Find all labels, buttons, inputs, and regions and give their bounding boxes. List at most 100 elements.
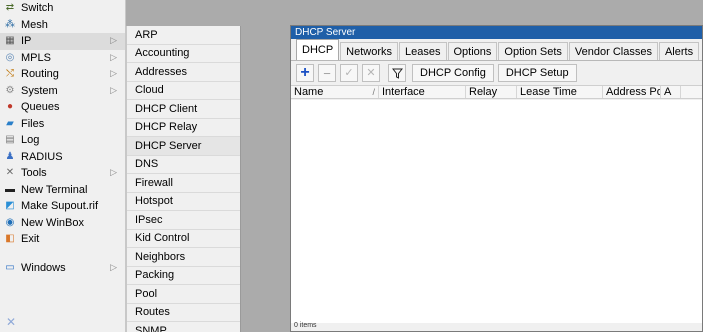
submenu-arrow-icon: ▷ (110, 35, 117, 45)
filter-button[interactable] (388, 64, 406, 82)
submenu-item-firewall[interactable]: Firewall (127, 174, 240, 193)
tab-options[interactable]: Options (447, 42, 498, 60)
submenu-item-cloud[interactable]: Cloud (127, 82, 240, 100)
remove-button[interactable]: − (318, 64, 336, 82)
main-menu-bottom-list: ▭ Windows ▷ (0, 260, 125, 277)
tab-dhcp[interactable]: DHCP (296, 39, 340, 60)
window-titlebar[interactable]: DHCP Server (291, 26, 702, 39)
submenu-item-dhcp-relay[interactable]: DHCP Relay (127, 119, 240, 137)
files-icon: ▰ (6, 117, 14, 129)
plus-icon: + (300, 64, 310, 81)
submenu-arrow-icon: ▷ (110, 167, 117, 177)
mpls-icon: ◎ (5, 51, 15, 63)
sidebar-item-label: MPLS (21, 51, 51, 64)
column-header-label: Name (294, 86, 324, 98)
submenu-item-arp[interactable]: ARP (127, 26, 240, 45)
sidebar-item-mesh[interactable]: ⁂ Mesh (0, 17, 125, 34)
sidebar-item-label: Files (21, 117, 45, 130)
submenu-item-addresses[interactable]: Addresses (127, 63, 240, 82)
main-menu-list: ⇄ Switch ⁂ Mesh ▦ IP ▷ ◎ MPLS ▷ ⤭ Routing ▷ ⚙ System ▷ ●… (0, 0, 125, 248)
sidebar-item-windows[interactable]: ▭ Windows ▷ (0, 260, 125, 277)
cross-icon: ✕ (366, 66, 376, 79)
sidebar-item-ip[interactable]: ▦ IP ▷ (0, 33, 125, 50)
sidebar-item-radius[interactable]: ♟ RADIUS (0, 149, 125, 166)
column-header-label: Relay (469, 86, 498, 98)
column-header-lease-time[interactable]: Lease Time (517, 86, 603, 98)
check-icon: ✓ (344, 66, 354, 79)
sidebar-item-make-supout-rif[interactable]: ◩ Make Supout.rif (0, 198, 125, 215)
sidebar-item-label: Queues (21, 101, 60, 114)
column-header-address-pool[interactable]: Address Pool (603, 86, 661, 98)
switch-icon: ⇄ (5, 2, 15, 14)
minus-icon: − (323, 65, 331, 81)
submenu-arrow-icon: ▷ (110, 84, 117, 95)
tab-vendor-classes[interactable]: Vendor Classes (568, 42, 658, 60)
submenu-item-accounting[interactable]: Accounting (127, 45, 240, 63)
tab-alerts[interactable]: Alerts (658, 42, 700, 60)
winbox-corner-icon: ✕ (6, 315, 17, 329)
submenu-item-snmp[interactable]: SNMP (127, 322, 240, 332)
column-header-interface[interactable]: Interface (379, 86, 466, 98)
column-header-name[interactable]: Name / (291, 86, 379, 98)
ip-submenu: ARP Accounting Addresses Cloud DHCP Client DH… (126, 26, 241, 332)
submenu-item-hotspot[interactable]: Hotspot (127, 193, 240, 211)
column-header-relay[interactable]: Relay (466, 86, 517, 98)
sidebar-item-label: Mesh (21, 18, 48, 31)
submenu-item-pool[interactable]: Pool (127, 285, 240, 304)
sidebar-item-label: Routing (21, 68, 59, 81)
window-title: DHCP Server (295, 27, 356, 38)
sidebar-item-label: New WinBox (21, 216, 84, 229)
sidebar-item-routing[interactable]: ⤭ Routing ▷ (0, 66, 125, 83)
column-header-label: A (664, 86, 672, 98)
sidebar-item-new-winbox[interactable]: ◉ New WinBox (0, 215, 125, 232)
submenu-arrow-icon: ▷ (110, 51, 117, 62)
sidebar-item-exit[interactable]: ◧ Exit (0, 231, 125, 248)
sidebar-item-switch[interactable]: ⇄ Switch (0, 0, 125, 17)
sidebar-item-queues[interactable]: ● Queues (0, 99, 125, 116)
tools-icon: ✕ (5, 167, 15, 179)
sidebar-item-label: Windows (21, 261, 66, 274)
sidebar-item-mpls[interactable]: ◎ MPLS ▷ (0, 50, 125, 67)
sidebar-item-tools[interactable]: ✕ Tools ▷ (0, 165, 125, 182)
sidebar-item-files[interactable]: ▰ Files (0, 116, 125, 133)
submenu-item-dns[interactable]: DNS (127, 156, 240, 174)
routing-icon: ⤭ (6, 68, 14, 80)
dhcp-server-window: DHCP Server DHCP Networks Leases Options Opt… (290, 25, 703, 332)
enable-button[interactable]: ✓ (340, 64, 358, 82)
submenu-item-kid-control[interactable]: Kid Control (127, 230, 240, 248)
add-button[interactable]: + (296, 64, 314, 82)
sidebar-item-label: System (21, 84, 58, 97)
dhcp-setup-button[interactable]: DHCP Setup (497, 64, 577, 82)
submenu-item-dhcp-server[interactable]: DHCP Server (127, 137, 240, 156)
sidebar-item-label: Make Supout.rif (21, 200, 99, 213)
log-icon: ▤ (5, 134, 15, 146)
terminal-icon: ▬ (5, 183, 15, 195)
sidebar-item-new-terminal[interactable]: ▬ New Terminal (0, 182, 125, 199)
sidebar-item-label: Switch (21, 2, 54, 15)
column-header-a[interactable]: A (661, 86, 681, 98)
tab-networks[interactable]: Networks (340, 42, 399, 60)
ip-icon: ▦ (5, 35, 15, 47)
sidebar-item-system[interactable]: ⚙ System ▷ (0, 83, 125, 100)
submenu-item-neighbors[interactable]: Neighbors (127, 248, 240, 267)
tab-leases[interactable]: Leases (399, 42, 447, 60)
column-header-label: Lease Time (520, 86, 577, 98)
exit-icon: ◧ (5, 233, 15, 245)
submenu-item-dhcp-client[interactable]: DHCP Client (127, 100, 240, 119)
dhcp-server-table[interactable] (291, 100, 702, 323)
supout-icon: ◩ (5, 200, 15, 212)
main-menu-sidebar: ⇄ Switch ⁂ Mesh ▦ IP ▷ ◎ MPLS ▷ ⤭ Routing ▷ ⚙ System ▷ ●… (0, 0, 126, 332)
submenu-item-packing[interactable]: Packing (127, 267, 240, 285)
submenu-arrow-icon: ▷ (110, 68, 117, 78)
menu-gap (0, 248, 125, 260)
winbox-icon: ◉ (5, 216, 15, 228)
submenu-item-routes[interactable]: Routes (127, 304, 240, 322)
tab-option-sets[interactable]: Option Sets (498, 42, 568, 60)
sidebar-item-label: New Terminal (21, 183, 88, 196)
submenu-item-ipsec[interactable]: IPsec (127, 211, 240, 230)
sidebar-item-log[interactable]: ▤ Log (0, 132, 125, 149)
sidebar-item-label: Tools (21, 167, 47, 180)
dhcp-config-button[interactable]: DHCP Config (412, 64, 494, 82)
disable-button[interactable]: ✕ (362, 64, 380, 82)
sidebar-item-label: RADIUS (21, 150, 63, 163)
